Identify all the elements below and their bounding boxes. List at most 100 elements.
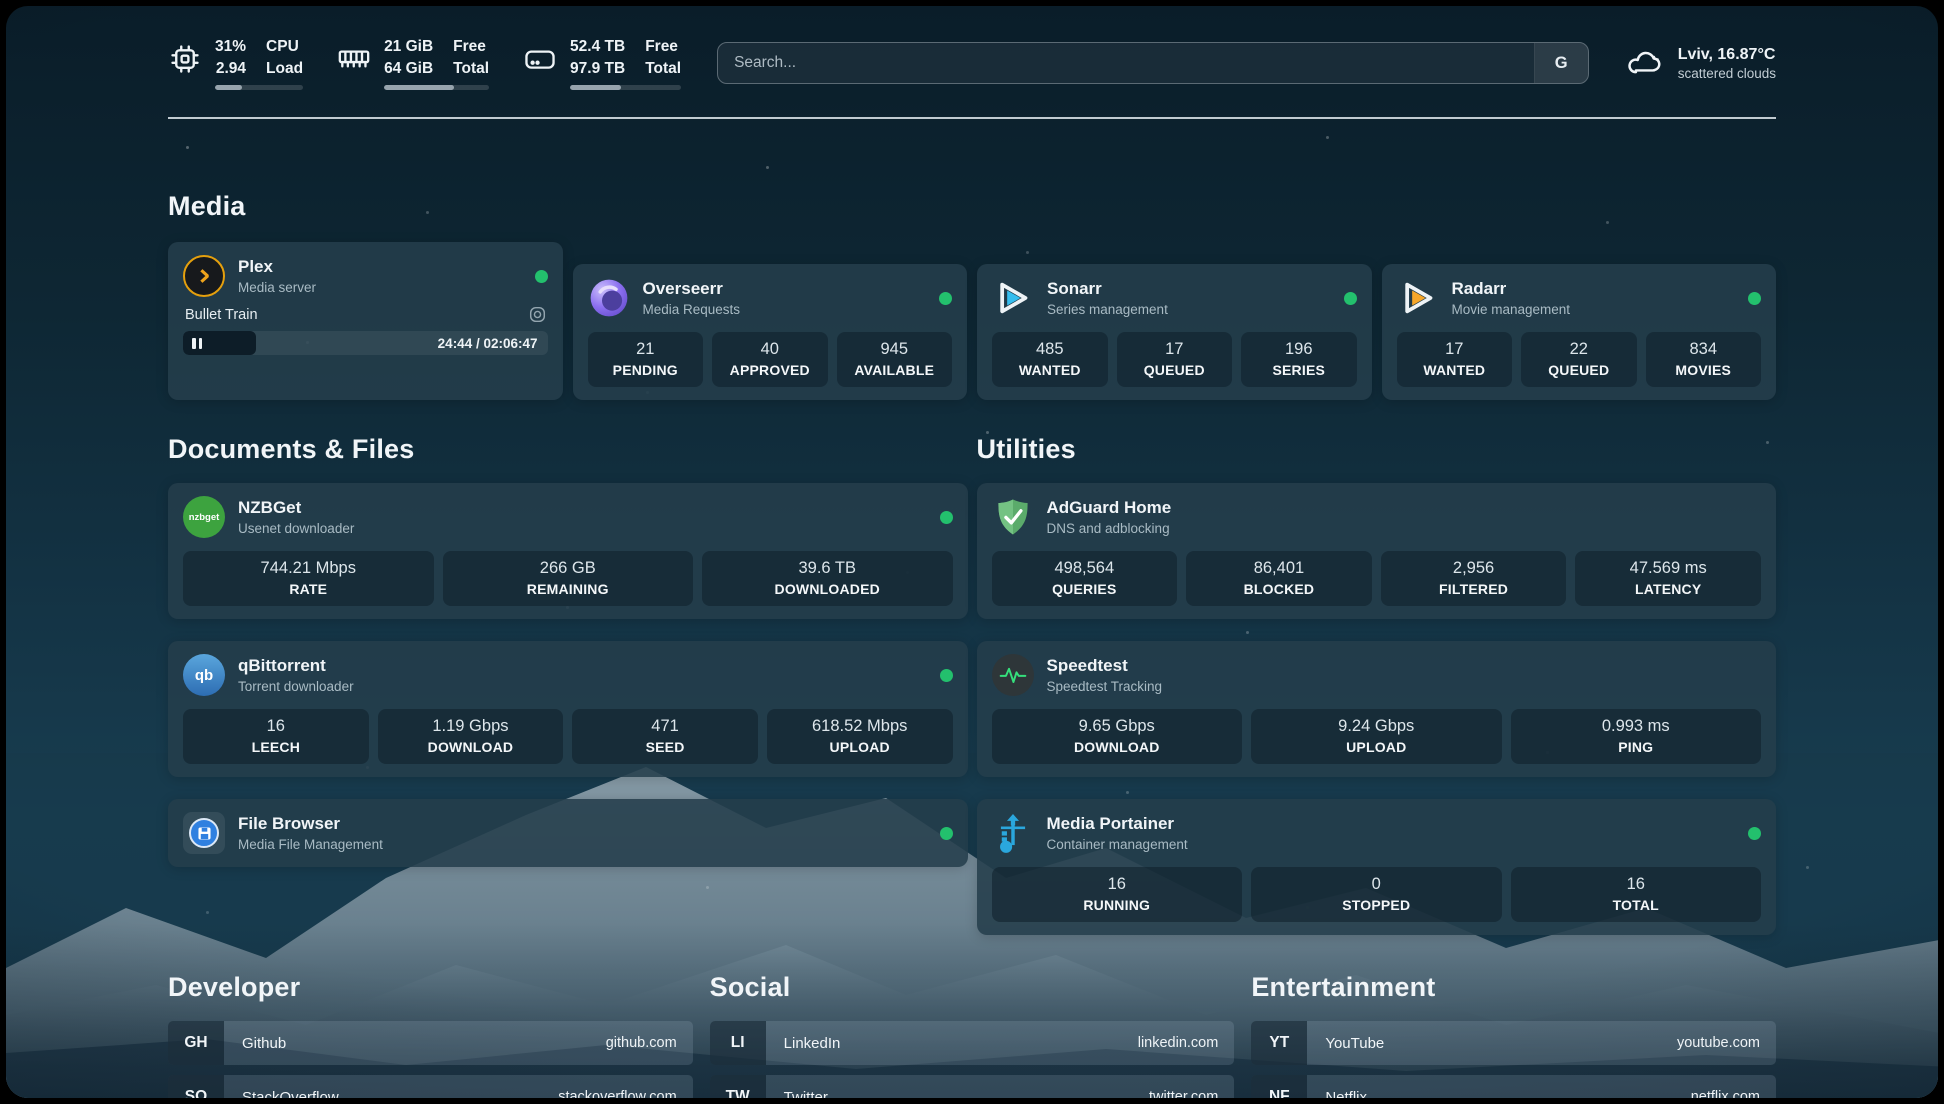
stat-box: 1.19 Gbps DOWNLOAD	[378, 709, 564, 764]
filebrowser-icon	[183, 812, 225, 854]
media-grid: Plex Media server Bullet Train	[168, 242, 1776, 400]
portainer-card[interactable]: Media Portainer Container management 16 …	[977, 799, 1777, 935]
sonarr-status-dot	[1344, 292, 1357, 305]
overseerr-status-dot	[939, 292, 952, 305]
search-engine-button[interactable]: G	[1534, 43, 1588, 83]
disk-total-value: 97.9 TB	[570, 58, 625, 80]
cpu-usage-value: 31%	[215, 36, 246, 58]
bookmark-abbr: GH	[168, 1021, 224, 1065]
filebrowser-status-dot	[940, 827, 953, 840]
disk-progress-bar	[570, 85, 681, 90]
plex-icon	[183, 255, 225, 297]
stat-box: 266 GB REMAINING	[443, 551, 694, 606]
nzbget-subtitle: Usenet downloader	[238, 521, 354, 536]
speedtest-title: Speedtest	[1047, 656, 1163, 676]
search-input[interactable]	[718, 43, 1534, 83]
portainer-status-dot	[1748, 827, 1761, 840]
speedtest-subtitle: Speedtest Tracking	[1047, 679, 1163, 694]
cloud-icon	[1625, 49, 1665, 77]
pause-icon	[192, 338, 202, 349]
stat-box: 744.21 Mbps RATE	[183, 551, 434, 606]
cpu-progress-bar	[215, 85, 303, 90]
bookmark-name: LinkedIn	[768, 1035, 841, 1052]
stat-box: 485 WANTED	[992, 332, 1108, 387]
bookmark-abbr: YT	[1251, 1021, 1307, 1065]
stat-box: 618.52 Mbps UPLOAD	[767, 709, 953, 764]
plex-card[interactable]: Plex Media server Bullet Train	[168, 242, 563, 400]
stat-box: 17 WANTED	[1397, 332, 1513, 387]
qbittorrent-card[interactable]: qb qBittorrent Torrent downloader 16 LEE…	[168, 641, 968, 777]
radarr-title: Radarr	[1452, 279, 1571, 299]
media-session-icon	[529, 306, 546, 323]
bookmark-url: netflix.com	[1691, 1089, 1776, 1098]
documents-column: Documents & Files nzbget NZBGet Usenet d…	[168, 400, 968, 867]
media-section-title: Media	[168, 191, 1776, 222]
cpu-icon	[168, 36, 202, 82]
disk-total-label: Total	[645, 58, 681, 80]
bookmark-url: linkedin.com	[1138, 1035, 1235, 1051]
filebrowser-card[interactable]: File Browser Media File Management	[168, 799, 968, 867]
bookmark-name: Github	[226, 1035, 286, 1052]
stat-box: 22 QUEUED	[1521, 332, 1637, 387]
plex-progress-bar[interactable]: 24:44 / 02:06:47	[183, 331, 548, 355]
adguard-card[interactable]: AdGuard Home DNS and adblocking 498,564 …	[977, 483, 1777, 619]
bookmark-name: YouTube	[1309, 1035, 1384, 1052]
sonarr-subtitle: Series management	[1047, 302, 1168, 317]
entertainment-section-title: Entertainment	[1251, 972, 1776, 1003]
speedtest-card[interactable]: Speedtest Speedtest Tracking 9.65 Gbps D…	[977, 641, 1777, 777]
adguard-icon	[992, 496, 1034, 538]
stat-box: 16 TOTAL	[1511, 867, 1762, 922]
bookmark-netflix[interactable]: NF Netflix netflix.com	[1251, 1075, 1776, 1098]
portainer-icon	[992, 812, 1034, 854]
bookmark-linkedin[interactable]: LI LinkedIn linkedin.com	[710, 1021, 1235, 1065]
nzbget-title: NZBGet	[238, 498, 354, 518]
disk-free-label: Free	[645, 36, 681, 58]
radarr-card[interactable]: Radarr Movie management 17 WANTED 22 QUE…	[1382, 264, 1777, 400]
stat-box: 945 AVAILABLE	[837, 332, 953, 387]
header-divider	[168, 117, 1776, 119]
stat-box: 40 APPROVED	[712, 332, 828, 387]
nzbget-status-dot	[940, 511, 953, 524]
memory-progress-bar	[384, 85, 489, 90]
developer-column: Developer GH Github github.com SO StackO…	[168, 935, 693, 1098]
bookmark-url: youtube.com	[1677, 1035, 1776, 1051]
system-stats: 31% 2.94 CPU Load	[168, 36, 681, 90]
weather-condition: scattered clouds	[1678, 66, 1776, 81]
radarr-status-dot	[1748, 292, 1761, 305]
sonarr-card[interactable]: Sonarr Series management 485 WANTED 17 Q…	[977, 264, 1372, 400]
stat-box: 21 PENDING	[588, 332, 704, 387]
memory-stat: 21 GiB 64 GiB Free Total	[337, 36, 489, 90]
stat-box: 16 LEECH	[183, 709, 369, 764]
bookmark-stackoverflow[interactable]: SO StackOverflow stackoverflow.com	[168, 1075, 693, 1098]
stat-box: 471 SEED	[572, 709, 758, 764]
nzbget-icon: nzbget	[183, 496, 225, 538]
sonarr-icon	[992, 277, 1034, 319]
overseerr-card[interactable]: Overseerr Media Requests 21 PENDING 40 A…	[573, 264, 968, 400]
bookmark-abbr: TW	[710, 1075, 766, 1098]
bookmark-name: Twitter	[768, 1089, 828, 1098]
memory-free-value: 21 GiB	[384, 36, 433, 58]
stat-box: 498,564 QUERIES	[992, 551, 1178, 606]
bookmark-twitter[interactable]: TW Twitter twitter.com	[710, 1075, 1235, 1098]
filebrowser-title: File Browser	[238, 814, 383, 834]
plex-now-playing-title: Bullet Train	[185, 307, 258, 323]
social-section-title: Social	[710, 972, 1235, 1003]
plex-title: Plex	[238, 257, 316, 277]
nzbget-card[interactable]: nzbget NZBGet Usenet downloader 744.21 M…	[168, 483, 968, 619]
plex-time: 24:44 / 02:06:47	[438, 336, 548, 351]
plex-subtitle: Media server	[238, 280, 316, 295]
cpu-load-label: Load	[266, 58, 303, 80]
bookmark-url: github.com	[606, 1035, 693, 1051]
stat-box: 9.65 Gbps DOWNLOAD	[992, 709, 1243, 764]
stat-box: 0.993 ms PING	[1511, 709, 1762, 764]
bookmark-youtube[interactable]: YT YouTube youtube.com	[1251, 1021, 1776, 1065]
stat-box: 16 RUNNING	[992, 867, 1243, 922]
qbittorrent-subtitle: Torrent downloader	[238, 679, 354, 694]
portainer-subtitle: Container management	[1047, 837, 1188, 852]
bookmark-github[interactable]: GH Github github.com	[168, 1021, 693, 1065]
disk-free-value: 52.4 TB	[570, 36, 625, 58]
cpu-usage-label: CPU	[266, 36, 303, 58]
weather-widget[interactable]: Lviv, 16.87°C scattered clouds	[1625, 46, 1776, 81]
qbittorrent-status-dot	[940, 669, 953, 682]
memory-total-label: Total	[453, 58, 489, 80]
